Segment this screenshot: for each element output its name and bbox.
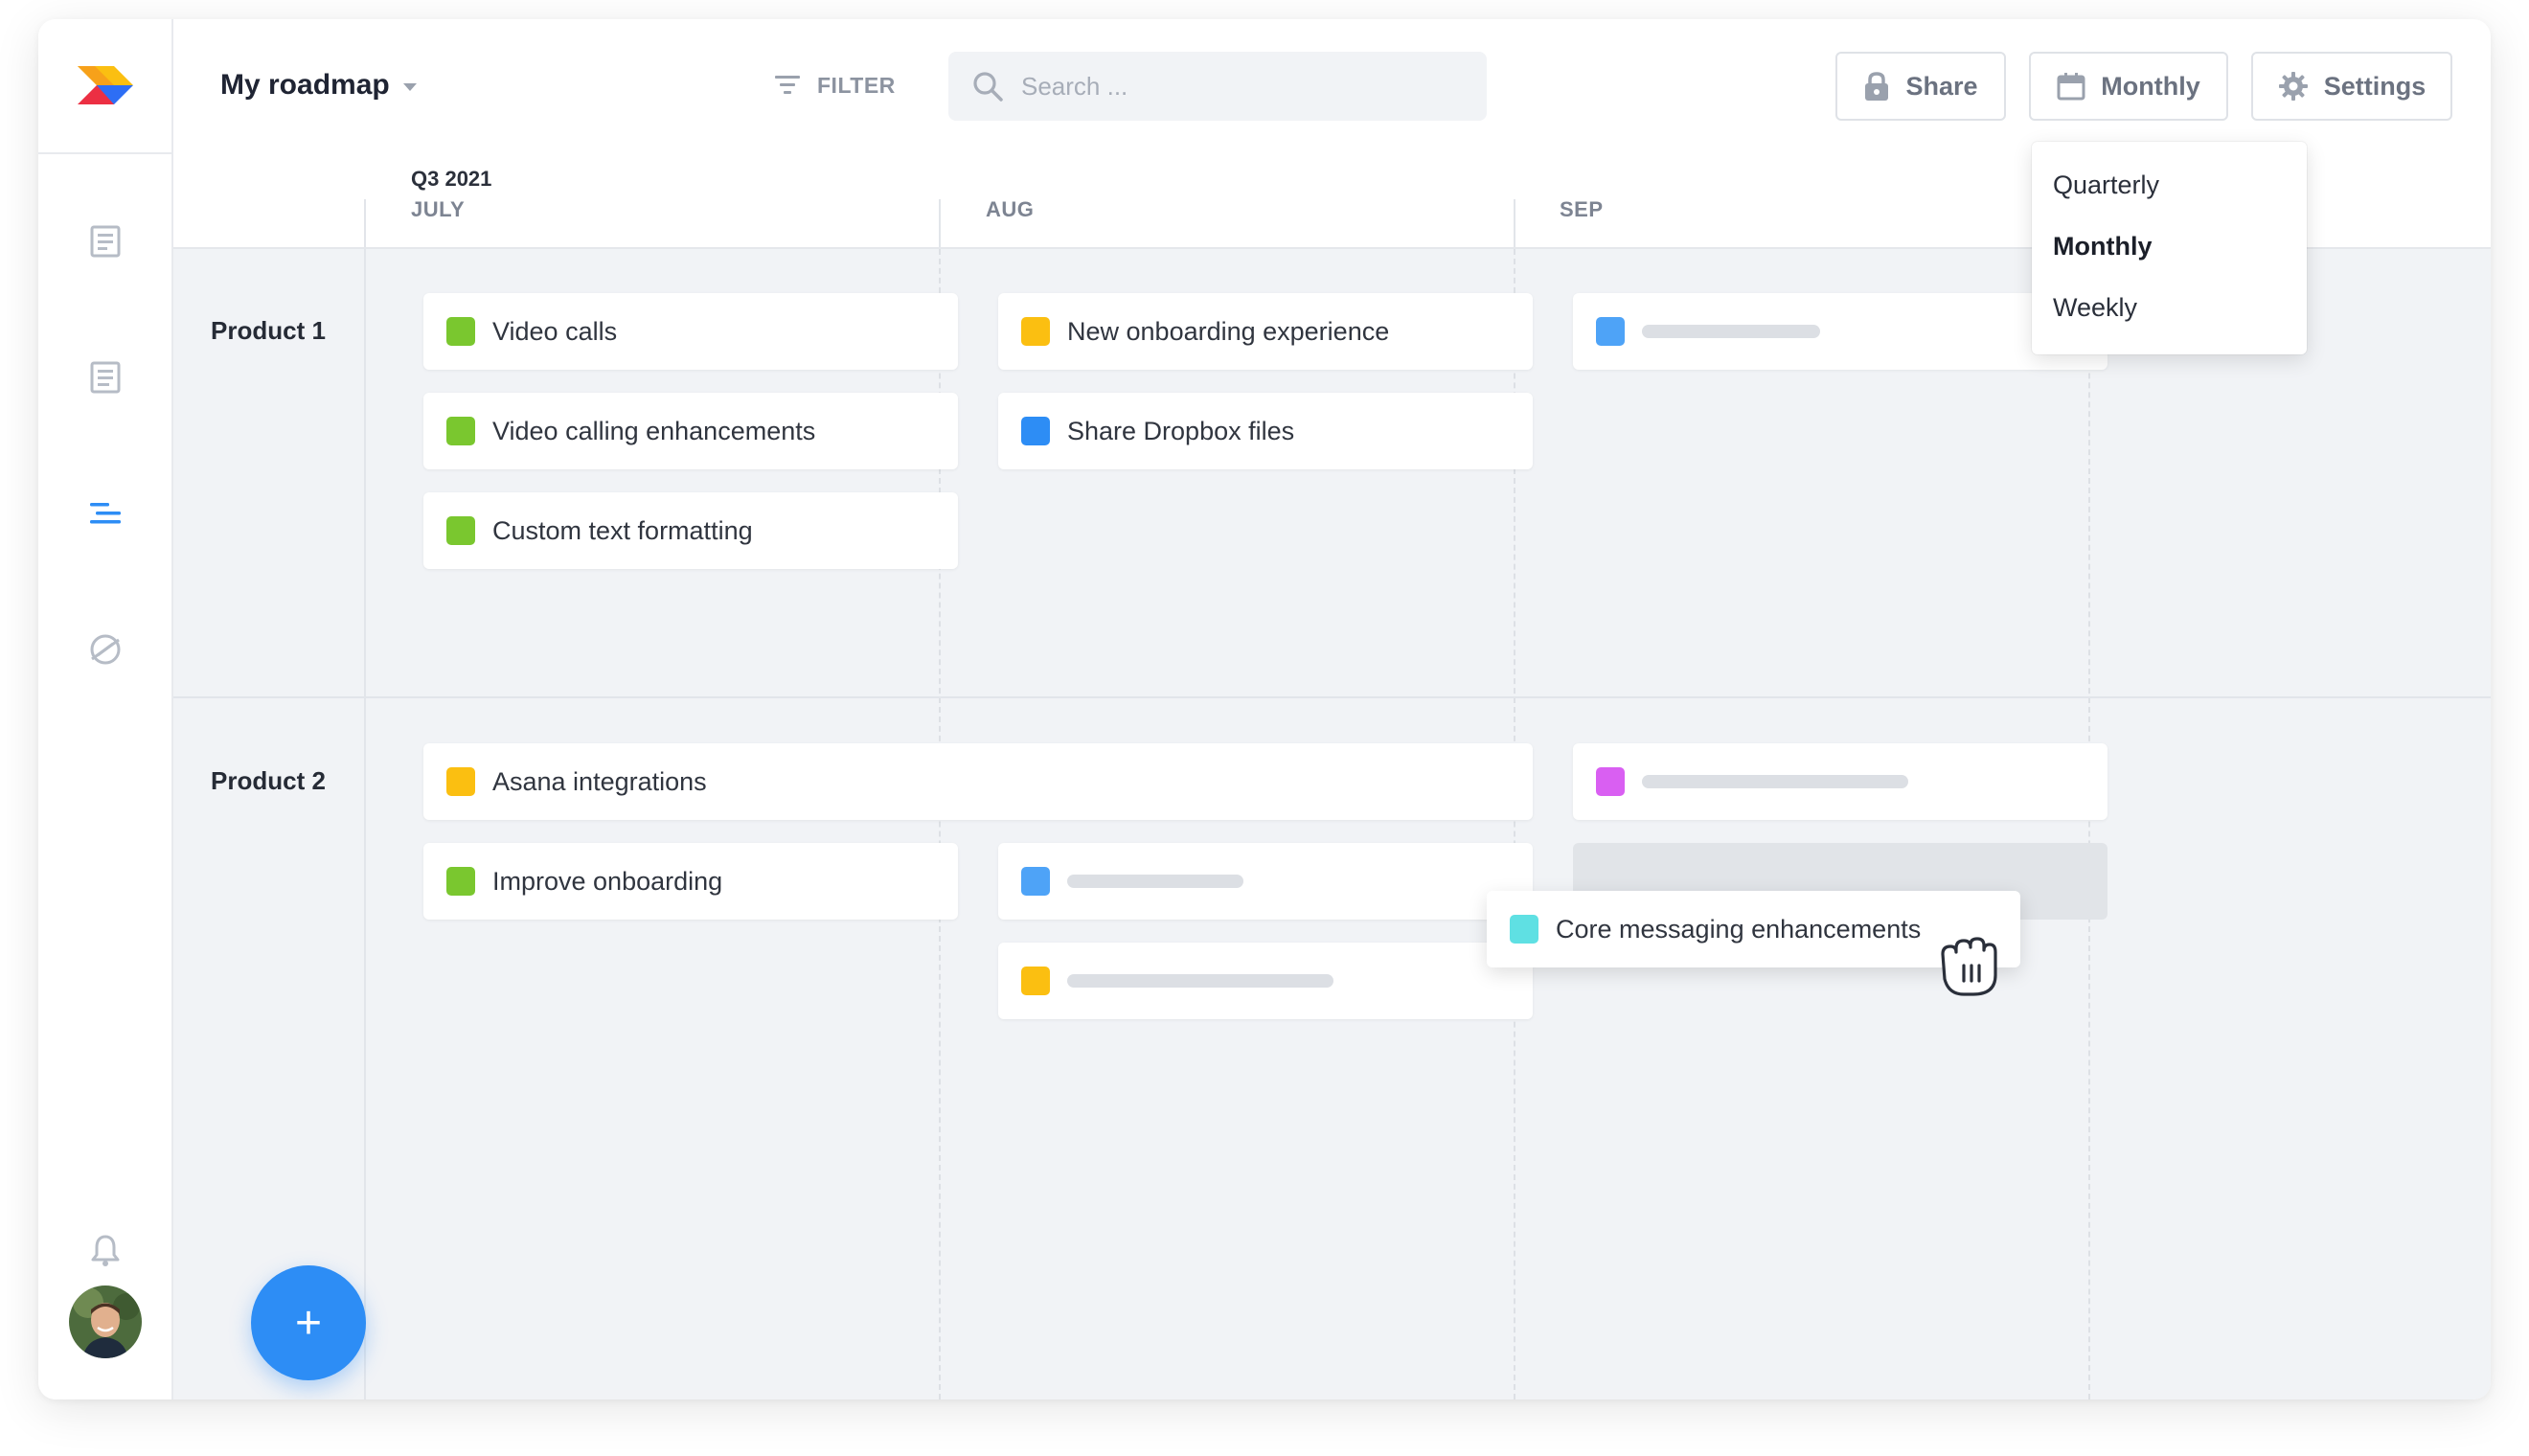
status-color-swatch xyxy=(446,867,475,896)
settings-button[interactable]: Settings xyxy=(2251,52,2452,121)
sidebar xyxy=(38,19,173,1399)
notifications-bell-icon[interactable] xyxy=(86,1231,125,1269)
grab-cursor-icon xyxy=(1941,937,1997,996)
app-window: My roadmap FILTER Share Monthly Settings… xyxy=(38,19,2491,1399)
filter-label: FILTER xyxy=(817,72,896,98)
placeholder-bar xyxy=(1642,325,1820,338)
card-title: Share Dropbox files xyxy=(1067,416,1295,445)
placeholder-bar xyxy=(1067,974,1333,988)
filter-button[interactable]: FILTER xyxy=(773,71,896,100)
roadmap-card[interactable]: Video calls xyxy=(423,293,958,370)
notes-icon[interactable] xyxy=(86,358,125,397)
roadmap-card-placeholder[interactable] xyxy=(1573,293,2108,370)
document-list-icon[interactable] xyxy=(86,222,125,261)
status-color-swatch xyxy=(1021,317,1050,346)
status-color-swatch xyxy=(446,516,475,545)
roadmap-icon[interactable] xyxy=(86,494,125,533)
status-color-swatch xyxy=(1596,767,1625,796)
roadmap-title-dropdown[interactable]: My roadmap xyxy=(220,69,417,102)
status-color-swatch xyxy=(1596,317,1625,346)
gear-icon xyxy=(2278,72,2308,101)
logo-area xyxy=(38,19,173,154)
status-color-swatch xyxy=(446,767,475,796)
settings-label: Settings xyxy=(2323,71,2426,101)
status-color-swatch xyxy=(1021,967,1050,995)
user-avatar[interactable] xyxy=(69,1285,142,1358)
status-color-swatch xyxy=(446,317,475,346)
card-title: New onboarding experience xyxy=(1067,316,1390,346)
month-label-sep: SEP xyxy=(1560,197,1604,221)
month-label-aug: AUG xyxy=(986,197,1035,221)
roadmap-grid: Product 1 Product 2 Video calls Video ca… xyxy=(173,247,2491,1399)
placeholder-bar xyxy=(1642,775,1908,788)
column-divider xyxy=(2088,249,2090,1399)
view-option-quarterly[interactable]: Quarterly xyxy=(2053,171,2159,200)
card-title: Improve onboarding xyxy=(492,866,723,896)
page-title: My roadmap xyxy=(220,69,390,101)
row-divider xyxy=(173,696,2491,698)
share-button[interactable]: Share xyxy=(1835,52,2006,121)
roadmap-card-placeholder[interactable] xyxy=(1573,743,2108,820)
search-icon xyxy=(973,72,1003,102)
calendar-icon xyxy=(2057,73,2085,101)
roadmap-card-placeholder[interactable] xyxy=(998,943,1533,1019)
insights-icon[interactable] xyxy=(86,630,125,669)
add-item-button[interactable]: + xyxy=(251,1265,366,1380)
card-title: Video calls xyxy=(492,316,618,346)
plus-icon: + xyxy=(294,1297,323,1349)
lock-icon xyxy=(1865,72,1889,101)
app-logo[interactable] xyxy=(78,66,133,104)
view-mode-label: Monthly xyxy=(2101,71,2200,101)
month-label-july: JULY xyxy=(411,197,466,221)
search-box[interactable] xyxy=(948,52,1487,121)
column-divider xyxy=(364,249,366,1399)
search-input[interactable] xyxy=(1021,71,1424,102)
view-option-weekly[interactable]: Weekly xyxy=(2053,293,2137,323)
card-title: Video calling enhancements xyxy=(492,416,816,445)
roadmap-card[interactable]: Asana integrations xyxy=(423,743,1533,820)
status-color-swatch xyxy=(1021,867,1050,896)
roadmap-card[interactable]: Improve onboarding xyxy=(423,843,958,920)
view-mode-button[interactable]: Monthly xyxy=(2029,52,2228,121)
row-label-product-2: Product 2 xyxy=(211,766,326,795)
status-color-swatch xyxy=(1021,417,1050,445)
share-label: Share xyxy=(1905,71,1978,101)
roadmap-card-placeholder[interactable] xyxy=(998,843,1533,920)
chevron-down-icon xyxy=(402,83,417,91)
card-title: Asana integrations xyxy=(492,766,707,796)
roadmap-card[interactable]: New onboarding experience xyxy=(998,293,1533,370)
roadmap-card[interactable]: Share Dropbox files xyxy=(998,393,1533,469)
status-color-swatch xyxy=(1510,915,1538,944)
view-mode-dropdown: Quarterly Monthly Weekly xyxy=(2032,142,2307,354)
card-title: Core messaging enhancements xyxy=(1556,914,1922,944)
roadmap-card[interactable]: Custom text formatting xyxy=(423,492,958,569)
status-color-swatch xyxy=(446,417,475,445)
roadmap-card[interactable]: Video calling enhancements xyxy=(423,393,958,469)
quarter-label: Q3 2021 xyxy=(411,167,492,191)
view-option-monthly[interactable]: Monthly xyxy=(2053,232,2152,262)
filter-icon xyxy=(775,76,800,94)
placeholder-bar xyxy=(1067,875,1243,888)
row-label-product-1: Product 1 xyxy=(211,316,326,345)
card-title: Custom text formatting xyxy=(492,515,753,545)
